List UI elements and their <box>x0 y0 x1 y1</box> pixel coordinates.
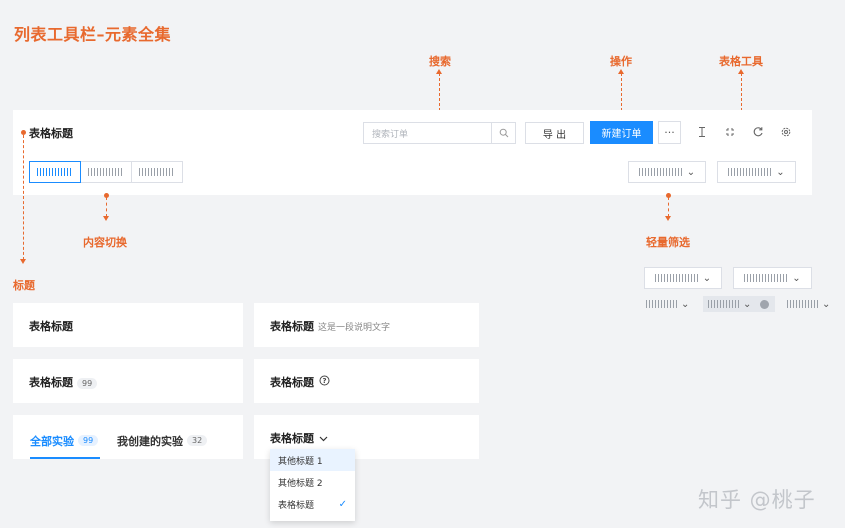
tab-all-experiments[interactable]: 全部实验 99 <box>30 430 99 449</box>
title-card-with-desc: 表格标题 这是一段说明文字 <box>254 303 479 347</box>
title-dropdown-menu: 其他标题 1 其他标题 2 表格标题 ✓ <box>270 449 355 521</box>
reload-icon[interactable] <box>750 124 766 140</box>
check-icon: ✓ <box>338 498 347 510</box>
menu-item-label: 其他标题 2 <box>278 478 323 489</box>
list-toolbar: 表格标题 搜索订单 导 出 新建订单 ··· ⌄ ⌄ <box>13 110 812 195</box>
card-title: 表格标题 <box>270 376 314 389</box>
annotation-table-tools: 表格工具 <box>719 55 763 68</box>
chevron-down-icon <box>319 432 328 445</box>
settings-icon[interactable] <box>778 124 794 140</box>
annotation-title: 标题 <box>13 279 35 292</box>
chevron-down-icon: ⌄ <box>686 166 696 178</box>
search-placeholder: 搜索订单 <box>372 130 409 140</box>
column-height-icon[interactable] <box>694 124 710 140</box>
chevron-down-icon: ⌄ <box>776 166 785 178</box>
card-description: 这是一段说明文字 <box>318 323 391 333</box>
annotation-light-filter: 轻量筛选 <box>646 236 690 249</box>
chevron-down-icon: ⌄ <box>681 298 690 310</box>
annotation-content-switch: 内容切换 <box>83 236 127 249</box>
menu-item-label: 表格标题 <box>278 500 315 511</box>
light-filter-dropdown-1[interactable]: ⌄ <box>628 161 706 183</box>
active-tab-indicator <box>30 457 100 459</box>
title-card-with-tabs: 全部实验 99 我创建的实验 32 <box>13 415 243 459</box>
light-filter-dropdown-2[interactable]: ⌄ <box>717 161 796 183</box>
annotation-actions: 操作 <box>610 55 632 68</box>
chevron-down-icon: ⌄ <box>702 272 712 284</box>
chevron-down-icon: ⌄ <box>792 272 801 284</box>
watermark: 知乎 @桃子 <box>698 488 816 512</box>
content-switch-item-2[interactable] <box>80 161 132 183</box>
light-filter-dropdown-4[interactable]: ⌄ <box>733 267 812 289</box>
tab-label: 我创建的实验 <box>117 435 183 448</box>
close-circle-icon[interactable] <box>760 299 770 309</box>
count-badge: 99 <box>77 377 98 389</box>
new-order-button[interactable]: 新建订单 <box>590 121 653 144</box>
chevron-down-icon: ⌄ <box>822 298 831 310</box>
annotation-search: 搜索 <box>429 55 451 68</box>
light-filter-dropdown-3[interactable]: ⌄ <box>644 267 722 289</box>
export-button[interactable]: 导 出 <box>525 122 584 144</box>
tab-badge: 99 <box>78 435 99 446</box>
toolbar-title: 表格标题 <box>29 127 73 140</box>
tab-label: 全部实验 <box>30 435 74 448</box>
menu-item[interactable]: 其他标题 1 <box>270 449 355 471</box>
title-card-with-help: 表格标题 ? <box>254 359 479 403</box>
title-dropdown-trigger[interactable]: 表格标题 <box>270 430 328 446</box>
content-switch <box>29 161 183 183</box>
title-card-with-count: 表格标题 99 <box>13 359 243 403</box>
light-filter-text-1[interactable]: ⌄ <box>646 297 689 311</box>
card-title: 表格标题 <box>29 320 73 333</box>
content-switch-item-3[interactable] <box>131 161 183 183</box>
menu-item[interactable]: 其他标题 2 <box>270 471 355 493</box>
chevron-down-icon: ⌄ <box>743 298 752 310</box>
menu-item-selected[interactable]: 表格标题 ✓ <box>270 493 355 515</box>
fullscreen-icon[interactable] <box>722 124 738 140</box>
search-icon[interactable] <box>491 123 515 143</box>
card-title: 表格标题 <box>270 432 314 445</box>
question-icon[interactable]: ? <box>319 375 330 389</box>
card-title: 表格标题 <box>29 376 73 389</box>
content-switch-item-1[interactable] <box>29 161 81 183</box>
svg-text:?: ? <box>322 377 326 385</box>
card-title: 表格标题 <box>270 320 314 333</box>
search-input[interactable]: 搜索订单 <box>363 122 516 144</box>
title-card-plain: 表格标题 <box>13 303 243 347</box>
light-filter-text-3[interactable]: ⌄ <box>787 297 830 311</box>
tab-my-experiments[interactable]: 我创建的实验 32 <box>117 430 208 449</box>
tab-badge: 32 <box>187 435 208 446</box>
page-title: 列表工具栏–元素全集 <box>14 25 172 44</box>
menu-item-label: 其他标题 1 <box>278 456 323 467</box>
more-button[interactable]: ··· <box>658 121 681 144</box>
light-filter-text-2-selected[interactable]: ⌄ <box>703 296 775 312</box>
